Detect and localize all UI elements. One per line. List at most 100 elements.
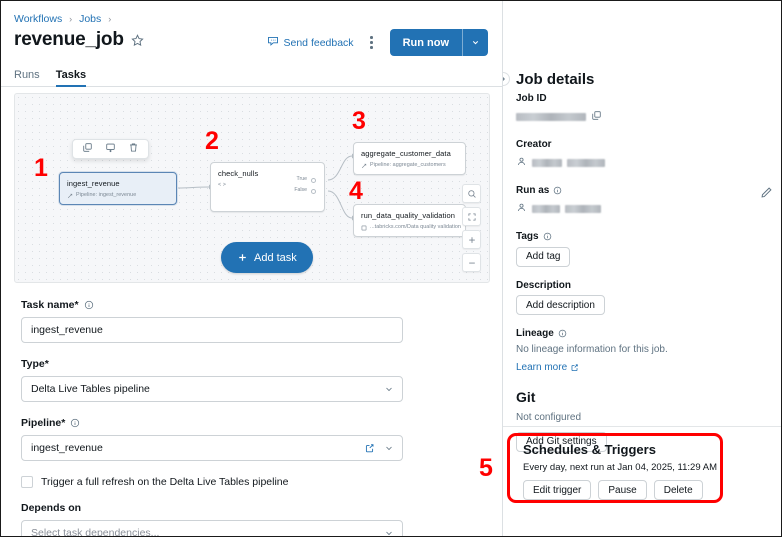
creator-value-row [516, 154, 774, 172]
type-select[interactable]: Delta Live Tables pipeline [21, 376, 403, 402]
task-name-input[interactable]: ingest_revenue [21, 317, 403, 343]
pause-button[interactable]: Pause [598, 480, 647, 500]
lineage-learn-more-label: Learn more [516, 362, 568, 373]
task-node-check-nulls[interactable]: check_nulls < > [210, 162, 325, 212]
lineage-section: Lineage No lineage information for this … [516, 328, 774, 375]
info-icon [71, 418, 80, 428]
comment-icon [267, 35, 279, 50]
node-action-toolbar [72, 139, 149, 159]
tags-section: Tags Add tag [516, 231, 774, 267]
full-refresh-checkbox[interactable] [21, 476, 33, 488]
schedules-divider [503, 426, 781, 427]
tab-bar: Runs Tasks [1, 65, 502, 87]
creator-section: Creator [516, 139, 774, 172]
pipeline-icon [67, 193, 73, 198]
send-feedback-label: Send feedback [283, 36, 354, 49]
creator-value-redacted-1 [532, 159, 562, 167]
task-settings-form: Task name* ingest_revenue Type* Delta Li… [21, 299, 413, 537]
depends-on-placeholder: Select task dependencies... [31, 527, 160, 537]
breadcrumb-item-workflows[interactable]: Workflows [14, 13, 62, 25]
add-comment-icon[interactable] [105, 140, 116, 158]
git-heading: Git [516, 389, 536, 405]
pipeline-select[interactable]: ingest_revenue [21, 435, 403, 461]
header-actions: Send feedback Run now [267, 29, 488, 56]
main-content-pane: Workflows › Jobs › revenue_job Send feed… [1, 1, 502, 537]
git-status: Not configured [516, 412, 582, 423]
job-details-body: Job ID Creator Run as Tags Add tag Descr… [516, 93, 774, 465]
send-feedback-button[interactable]: Send feedback [267, 35, 354, 50]
task-node-subtitle-row: Pipeline: ingest_revenue [67, 192, 169, 199]
trash-icon[interactable] [128, 140, 139, 158]
info-icon [554, 186, 562, 195]
pipeline-icon [361, 163, 367, 168]
pencil-icon [761, 187, 772, 198]
add-tag-button[interactable]: Add tag [516, 246, 571, 267]
task-node-subtitle-row: Pipeline: aggregate_customers [361, 162, 458, 169]
add-description-button[interactable]: Add description [516, 295, 605, 315]
kebab-menu-icon[interactable] [365, 34, 379, 52]
copy-icon[interactable] [82, 140, 93, 158]
fit-to-screen-icon[interactable] [462, 207, 481, 226]
lineage-empty-text: No lineage information for this job. [516, 344, 668, 355]
depends-on-select[interactable]: Select task dependencies... [21, 520, 403, 537]
breadcrumb-separator-icon-2: › [108, 14, 112, 24]
run-as-label-row: Run as [516, 185, 774, 196]
zoom-reset-icon[interactable] [462, 184, 481, 203]
run-now-dropdown-button[interactable] [463, 29, 488, 56]
graph-controls [462, 184, 481, 272]
task-node-title: aggregate_customer_data [361, 149, 451, 158]
add-task-button[interactable]: Add task [221, 242, 313, 273]
run-now-button[interactable]: Run now [390, 29, 462, 56]
task-node-subtitle: ...tabricks.com/Data quality validation [370, 224, 461, 230]
run-as-section: Run as [516, 185, 774, 218]
task-node-title: ingest_revenue [67, 179, 120, 188]
zoom-out-icon[interactable] [462, 253, 481, 272]
schedules-buttons: Edit trigger Pause Delete [523, 480, 741, 500]
pipeline-label: Pipeline* [21, 417, 66, 429]
lineage-learn-more-link[interactable]: Learn more [516, 362, 579, 373]
full-refresh-checkbox-row[interactable]: Trigger a full refresh on the Delta Live… [21, 476, 413, 488]
databricks-job-page: Workflows › Jobs › revenue_job Send feed… [0, 0, 782, 537]
type-label-row: Type* [21, 358, 413, 370]
task-node-run-data-quality-validation[interactable]: run_data_quality_validation ...tabricks.… [353, 204, 466, 237]
pipeline-value: ingest_revenue [31, 442, 103, 454]
description-label: Description [516, 279, 572, 291]
notebook-icon [361, 225, 367, 230]
external-link-icon [365, 444, 374, 453]
task-name-value: ingest_revenue [31, 324, 103, 336]
delete-button[interactable]: Delete [653, 480, 703, 500]
copy-icon[interactable] [591, 108, 602, 126]
port-dot-false[interactable] [311, 188, 316, 194]
lineage-label: Lineage [516, 328, 554, 339]
depends-on-label: Depends on [21, 502, 82, 514]
external-link-icon [571, 364, 578, 371]
chevron-right-icon[interactable] [503, 72, 510, 86]
edit-trigger-button[interactable]: Edit trigger [523, 480, 592, 500]
code-icon: < > [218, 182, 226, 188]
breadcrumb-item-jobs[interactable]: Jobs [79, 13, 101, 25]
task-node-ingest-revenue[interactable]: ingest_revenue Pipeline: ingest_revenue [59, 172, 177, 205]
chevron-down-icon [386, 446, 392, 451]
task-node-subtitle: Pipeline: aggregate_customers [370, 162, 446, 168]
tab-tasks[interactable]: Tasks [48, 69, 94, 87]
run-as-value-row [516, 200, 774, 218]
schedules-summary: Every day, next run at Jan 04, 2025, 11:… [523, 462, 717, 473]
breadcrumb: Workflows › Jobs › [14, 13, 115, 26]
info-icon [543, 232, 551, 241]
port-dot-true[interactable] [311, 177, 316, 183]
task-name-label-row: Task name* [21, 299, 413, 311]
tab-runs[interactable]: Runs [14, 69, 48, 86]
zoom-in-icon[interactable] [462, 230, 481, 249]
task-node-aggregate-customer-data[interactable]: aggregate_customer_data Pipeline: aggreg… [353, 142, 466, 175]
annotation-marker-1: 1 [34, 154, 48, 182]
star-icon[interactable] [131, 33, 144, 47]
annotation-marker-5: 5 [479, 454, 493, 482]
creator-label: Creator [516, 139, 552, 150]
info-icon [84, 300, 93, 310]
tags-label-row: Tags [516, 231, 774, 242]
user-icon [516, 200, 527, 218]
job-id-label: Job ID [516, 93, 547, 104]
port-label-true: True [296, 176, 307, 182]
task-graph-canvas[interactable]: ingest_revenue Pipeline: ingest_revenue … [14, 93, 490, 283]
type-value: Delta Live Tables pipeline [31, 383, 150, 395]
